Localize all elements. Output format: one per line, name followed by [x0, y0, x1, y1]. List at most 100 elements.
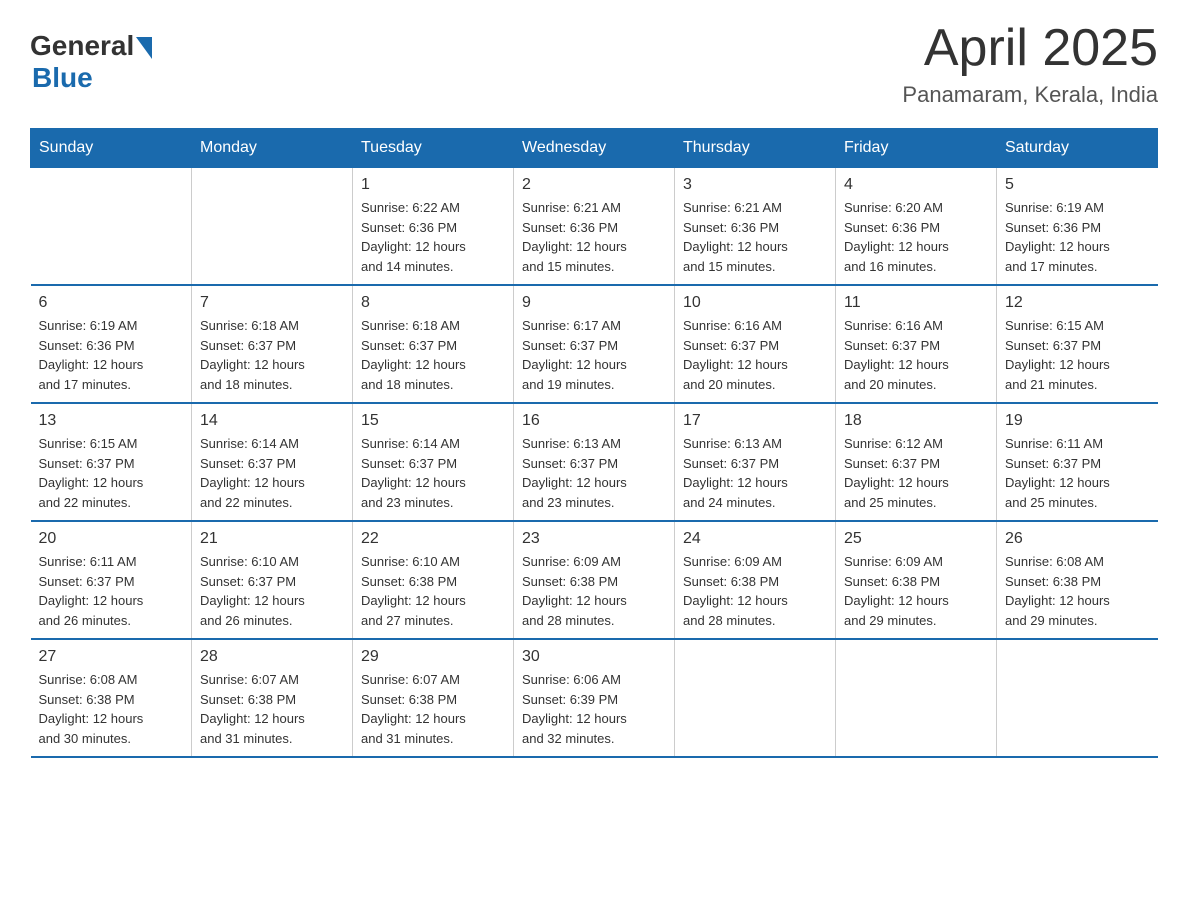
day-info: Sunrise: 6:08 AM Sunset: 6:38 PM Dayligh… — [39, 670, 184, 748]
day-info: Sunrise: 6:11 AM Sunset: 6:37 PM Dayligh… — [1005, 434, 1150, 512]
day-number: 15 — [361, 412, 505, 430]
calendar-day-cell: 15 Sunrise: 6:14 AM Sunset: 6:37 PM Dayli… — [353, 403, 514, 521]
calendar-day-cell: 6Sunrise: 6:19 AM Sunset: 6:36 PM Daylig… — [31, 285, 192, 403]
day-info: Sunrise: 6:09 AM Sunset: 6:38 PM Dayligh… — [683, 552, 827, 630]
day-number: 26 — [1005, 530, 1150, 548]
day-number: 5 — [1005, 176, 1150, 194]
day-info: Sunrise: 6:18 AM Sunset: 6:37 PM Dayligh… — [200, 316, 344, 394]
day-number: 20 — [39, 530, 184, 548]
page-header: General Blue April 2025 Panamaram, Keral… — [30, 20, 1158, 108]
day-info: Sunrise: 6:08 AM Sunset: 6:38 PM Dayligh… — [1005, 552, 1150, 630]
day-of-week-header: Monday — [192, 129, 353, 168]
day-info: Sunrise: 6:13 AM Sunset: 6:37 PM Dayligh… — [522, 434, 666, 512]
calendar-day-cell: 29Sunrise: 6:07 AM Sunset: 6:38 PM Dayli… — [353, 639, 514, 757]
day-info: Sunrise: 6:19 AM Sunset: 6:36 PM Dayligh… — [1005, 198, 1150, 276]
calendar-day-cell: 30 Sunrise: 6:06 AM Sunset: 6:39 PM Dayli… — [514, 639, 675, 757]
day-number: 29 — [361, 648, 505, 666]
day-number: 1 — [361, 176, 505, 194]
day-number: 19 — [1005, 412, 1150, 430]
day-info: Sunrise: 6:14 AM Sunset: 6:37 PM Dayligh… — [361, 434, 505, 512]
calendar-day-cell: 25 Sunrise: 6:09 AM Sunset: 6:38 PM Dayli… — [836, 521, 997, 639]
day-number: 14 — [200, 412, 344, 430]
day-number: 28 — [200, 648, 344, 666]
day-info: Sunrise: 6:09 AM Sunset: 6:38 PM Dayligh… — [844, 552, 988, 630]
day-info: Sunrise: 6:17 AM Sunset: 6:37 PM Dayligh… — [522, 316, 666, 394]
day-number: 13 — [39, 412, 184, 430]
day-info: Sunrise: 6:18 AM Sunset: 6:37 PM Dayligh… — [361, 316, 505, 394]
calendar-day-cell: 26 Sunrise: 6:08 AM Sunset: 6:38 PM Dayli… — [997, 521, 1158, 639]
day-info: Sunrise: 6:09 AM Sunset: 6:38 PM Dayligh… — [522, 552, 666, 630]
calendar-day-cell: 16 Sunrise: 6:13 AM Sunset: 6:37 PM Dayli… — [514, 403, 675, 521]
day-info: Sunrise: 6:07 AM Sunset: 6:38 PM Dayligh… — [200, 670, 344, 748]
calendar-week-row: 13Sunrise: 6:15 AM Sunset: 6:37 PM Dayli… — [31, 403, 1158, 521]
day-info: Sunrise: 6:10 AM Sunset: 6:37 PM Dayligh… — [200, 552, 344, 630]
day-number: 23 — [522, 530, 666, 548]
calendar-week-row: 20Sunrise: 6:11 AM Sunset: 6:37 PM Dayli… — [31, 521, 1158, 639]
calendar-day-cell — [836, 639, 997, 757]
day-info: Sunrise: 6:14 AM Sunset: 6:37 PM Dayligh… — [200, 434, 344, 512]
day-number: 22 — [361, 530, 505, 548]
day-number: 12 — [1005, 294, 1150, 312]
day-number: 27 — [39, 648, 184, 666]
day-number: 11 — [844, 294, 988, 312]
day-info: Sunrise: 6:12 AM Sunset: 6:37 PM Dayligh… — [844, 434, 988, 512]
calendar-week-row: 1 Sunrise: 6:22 AM Sunset: 6:36 PM Daylig… — [31, 168, 1158, 286]
day-number: 25 — [844, 530, 988, 548]
day-number: 3 — [683, 176, 827, 194]
day-number: 18 — [844, 412, 988, 430]
logo-blue-text: Blue — [32, 62, 93, 94]
day-of-week-header: Wednesday — [514, 129, 675, 168]
calendar-header-row: SundayMondayTuesdayWednesdayThursdayFrid… — [31, 129, 1158, 168]
day-number: 16 — [522, 412, 666, 430]
calendar-day-cell: 20Sunrise: 6:11 AM Sunset: 6:37 PM Dayli… — [31, 521, 192, 639]
calendar-day-cell: 9 Sunrise: 6:17 AM Sunset: 6:37 PM Daylig… — [514, 285, 675, 403]
day-of-week-header: Thursday — [675, 129, 836, 168]
day-of-week-header: Sunday — [31, 129, 192, 168]
day-info: Sunrise: 6:22 AM Sunset: 6:36 PM Dayligh… — [361, 198, 505, 276]
logo-triangle-icon — [136, 37, 152, 59]
day-info: Sunrise: 6:15 AM Sunset: 6:37 PM Dayligh… — [1005, 316, 1150, 394]
calendar-day-cell: 17Sunrise: 6:13 AM Sunset: 6:37 PM Dayli… — [675, 403, 836, 521]
calendar-day-cell: 5 Sunrise: 6:19 AM Sunset: 6:36 PM Daylig… — [997, 168, 1158, 286]
day-number: 10 — [683, 294, 827, 312]
calendar-day-cell: 23 Sunrise: 6:09 AM Sunset: 6:38 PM Dayli… — [514, 521, 675, 639]
day-of-week-header: Saturday — [997, 129, 1158, 168]
calendar-day-cell: 21 Sunrise: 6:10 AM Sunset: 6:37 PM Dayli… — [192, 521, 353, 639]
day-number: 8 — [361, 294, 505, 312]
calendar-week-row: 6Sunrise: 6:19 AM Sunset: 6:36 PM Daylig… — [31, 285, 1158, 403]
calendar-day-cell: 18 Sunrise: 6:12 AM Sunset: 6:37 PM Dayli… — [836, 403, 997, 521]
calendar-week-row: 27 Sunrise: 6:08 AM Sunset: 6:38 PM Dayli… — [31, 639, 1158, 757]
calendar-day-cell: 28 Sunrise: 6:07 AM Sunset: 6:38 PM Dayli… — [192, 639, 353, 757]
day-number: 7 — [200, 294, 344, 312]
logo: General Blue — [30, 30, 152, 94]
day-number: 30 — [522, 648, 666, 666]
day-info: Sunrise: 6:10 AM Sunset: 6:38 PM Dayligh… — [361, 552, 505, 630]
calendar-day-cell: 10Sunrise: 6:16 AM Sunset: 6:37 PM Dayli… — [675, 285, 836, 403]
calendar-day-cell — [997, 639, 1158, 757]
calendar-day-cell: 13Sunrise: 6:15 AM Sunset: 6:37 PM Dayli… — [31, 403, 192, 521]
logo-general-text: General — [30, 30, 134, 62]
calendar-day-cell: 14 Sunrise: 6:14 AM Sunset: 6:37 PM Dayli… — [192, 403, 353, 521]
calendar-day-cell: 4Sunrise: 6:20 AM Sunset: 6:36 PM Daylig… — [836, 168, 997, 286]
day-info: Sunrise: 6:16 AM Sunset: 6:37 PM Dayligh… — [844, 316, 988, 394]
day-info: Sunrise: 6:19 AM Sunset: 6:36 PM Dayligh… — [39, 316, 184, 394]
calendar-day-cell: 7 Sunrise: 6:18 AM Sunset: 6:37 PM Daylig… — [192, 285, 353, 403]
day-number: 24 — [683, 530, 827, 548]
calendar-table: SundayMondayTuesdayWednesdayThursdayFrid… — [30, 128, 1158, 758]
day-of-week-header: Friday — [836, 129, 997, 168]
day-number: 9 — [522, 294, 666, 312]
calendar-day-cell: 8 Sunrise: 6:18 AM Sunset: 6:37 PM Daylig… — [353, 285, 514, 403]
day-info: Sunrise: 6:20 AM Sunset: 6:36 PM Dayligh… — [844, 198, 988, 276]
day-of-week-header: Tuesday — [353, 129, 514, 168]
day-number: 21 — [200, 530, 344, 548]
day-info: Sunrise: 6:13 AM Sunset: 6:37 PM Dayligh… — [683, 434, 827, 512]
day-number: 2 — [522, 176, 666, 194]
calendar-day-cell: 3Sunrise: 6:21 AM Sunset: 6:36 PM Daylig… — [675, 168, 836, 286]
day-info: Sunrise: 6:21 AM Sunset: 6:36 PM Dayligh… — [522, 198, 666, 276]
day-info: Sunrise: 6:06 AM Sunset: 6:39 PM Dayligh… — [522, 670, 666, 748]
calendar-day-cell: 24 Sunrise: 6:09 AM Sunset: 6:38 PM Dayli… — [675, 521, 836, 639]
calendar-day-cell: 19 Sunrise: 6:11 AM Sunset: 6:37 PM Dayli… — [997, 403, 1158, 521]
calendar-day-cell — [675, 639, 836, 757]
calendar-day-cell: 12 Sunrise: 6:15 AM Sunset: 6:37 PM Dayli… — [997, 285, 1158, 403]
calendar-day-cell: 11 Sunrise: 6:16 AM Sunset: 6:37 PM Dayli… — [836, 285, 997, 403]
